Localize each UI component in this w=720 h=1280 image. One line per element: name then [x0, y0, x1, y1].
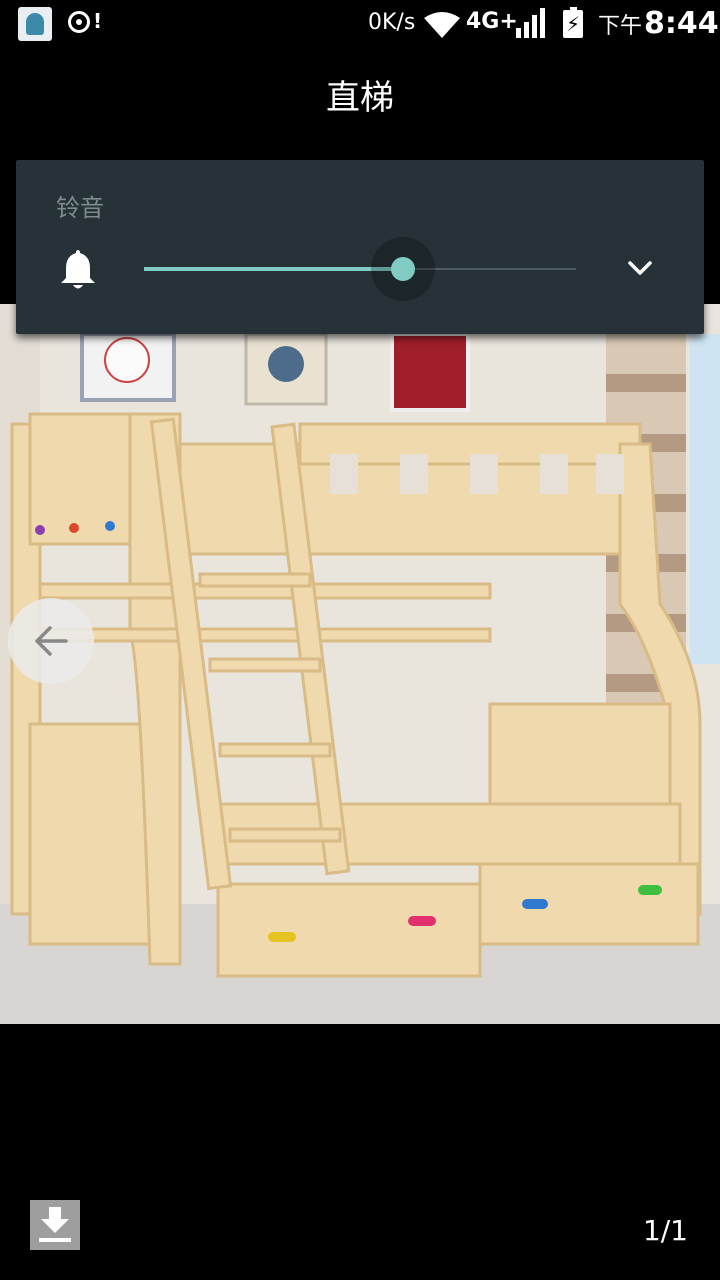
- disc-alert-icon: !: [93, 9, 103, 33]
- signal-icon: [516, 8, 545, 38]
- volume-dialog: 铃音: [16, 160, 704, 334]
- network-type: 4G+: [466, 9, 518, 34]
- bell-icon[interactable]: [60, 248, 96, 290]
- volume-slider[interactable]: [144, 237, 576, 301]
- charging-bolt-icon: ⚡: [566, 12, 581, 36]
- app-icon: [18, 7, 52, 41]
- disc-icon: [68, 11, 90, 33]
- volume-stream-label: 铃音: [56, 194, 104, 222]
- chevron-down-icon[interactable]: [622, 256, 658, 280]
- page-counter: 1/1: [642, 1214, 688, 1247]
- network-speed: 0K/s: [368, 10, 416, 35]
- download-icon: [39, 1207, 71, 1242]
- clock: 下午8:44: [598, 6, 719, 41]
- download-button[interactable]: [30, 1200, 80, 1250]
- wifi-icon: [424, 12, 460, 38]
- page-title: 直梯: [326, 78, 394, 118]
- status-bar: ! 0K/s 4G+ ⚡ 下午8:44: [0, 0, 720, 48]
- volume-slider-thumb[interactable]: [391, 257, 415, 281]
- volume-slider-fill: [144, 267, 403, 271]
- arrow-left-icon: [35, 626, 68, 656]
- bunk-bed-photo[interactable]: [0, 304, 720, 1024]
- back-button[interactable]: [8, 598, 94, 684]
